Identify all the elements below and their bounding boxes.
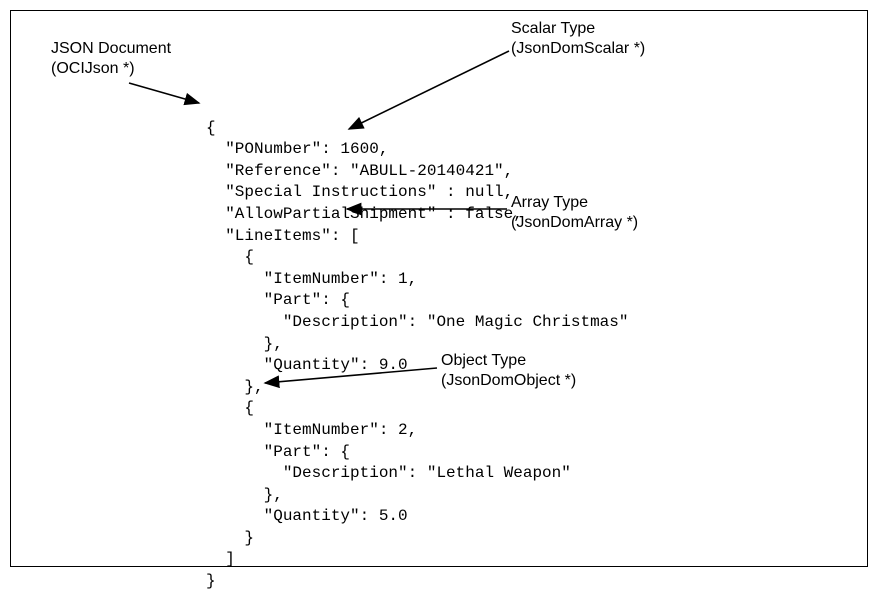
- code-line: "Reference": "ABULL-20140421",: [206, 162, 513, 180]
- json-document-label: JSON Document (OCIJson *): [51, 39, 171, 79]
- arrow-json-document: [129, 83, 199, 103]
- code-line: "AllowPartialShipment" : false,: [206, 205, 523, 223]
- code-line: "ItemNumber": 2,: [206, 421, 417, 439]
- code-line: "PONumber": 1600,: [206, 140, 388, 158]
- code-line: "Description": "Lethal Weapon": [206, 464, 571, 482]
- code-line: "Part": {: [206, 443, 350, 461]
- code-line: {: [206, 399, 254, 417]
- code-line: }: [206, 572, 216, 590]
- scalar-type-label: Scalar Type (JsonDomScalar *): [511, 19, 645, 59]
- code-line: "Quantity": 5.0: [206, 507, 408, 525]
- code-line: "Part": {: [206, 291, 350, 309]
- code-line: }: [206, 529, 254, 547]
- code-line: "ItemNumber": 1,: [206, 270, 417, 288]
- code-line: },: [206, 335, 283, 353]
- diagram-frame: JSON Document (OCIJson *) Scalar Type (J…: [10, 10, 868, 567]
- code-line: },: [206, 378, 264, 396]
- code-line: "LineItems": [: [206, 227, 360, 245]
- code-line: ]: [206, 550, 235, 568]
- code-line: "Special Instructions" : null,: [206, 183, 513, 201]
- code-line: },: [206, 486, 283, 504]
- code-line: {: [206, 248, 254, 266]
- code-line: "Quantity": 9.0: [206, 356, 408, 374]
- code-line: {: [206, 119, 216, 137]
- code-line: "Description": "One Magic Christmas": [206, 313, 628, 331]
- json-code-block: { "PONumber": 1600, "Reference": "ABULL-…: [206, 96, 628, 614]
